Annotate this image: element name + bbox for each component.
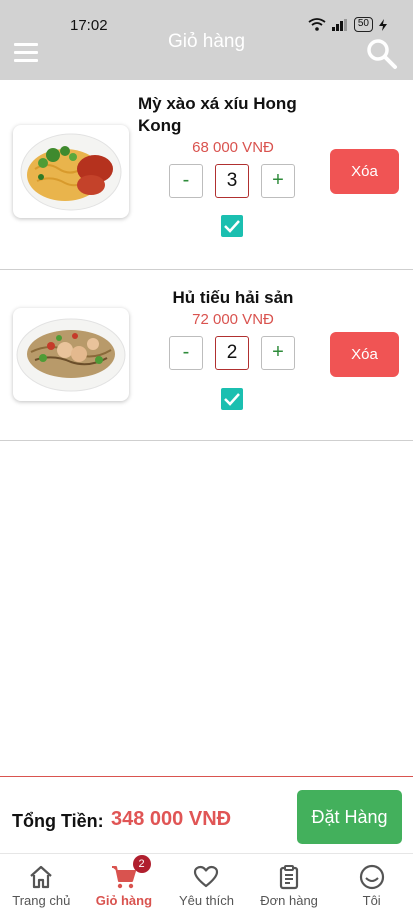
item-name: Hủ tiếu hải sản xyxy=(172,288,294,307)
nav-item-profile[interactable]: Tôi xyxy=(330,854,413,918)
quantity-value[interactable]: 3 xyxy=(215,164,249,198)
heart-icon xyxy=(194,865,219,888)
nav-item-cart[interactable]: 2 Giỏ hàng xyxy=(83,854,166,918)
nav-item-favorites[interactable]: Yêu thích xyxy=(165,854,248,918)
nav-label: Trang chủ xyxy=(12,893,71,908)
total-label: Tổng Tiền: xyxy=(12,811,104,831)
cart-screen: 17:02 50 Giỏ hàng Mỳ xào xá xíu Hong Kon… xyxy=(0,0,413,918)
cart-item: Hủ tiếu hải sản 72 000 VNĐ - 2 + Xóa xyxy=(0,270,413,441)
quantity-value[interactable]: 2 xyxy=(215,336,249,370)
clipboard-icon xyxy=(279,865,299,890)
select-item-checkbox[interactable] xyxy=(221,388,243,410)
nav-label: Tôi xyxy=(362,893,381,908)
checkmark-icon xyxy=(224,393,240,406)
bottom-nav: Trang chủ 2 Giỏ hàng Yêu thích Đơn hàng … xyxy=(0,853,413,918)
cart-item: Mỳ xào xá xíu Hong Kong 68 000 VNĐ - 3 +… xyxy=(0,80,413,270)
search-button[interactable] xyxy=(366,38,398,70)
checkmark-icon xyxy=(224,220,240,233)
total-value: 348 000 VNĐ xyxy=(111,808,232,830)
food-image xyxy=(13,308,129,401)
nav-label: Yêu thích xyxy=(179,893,234,908)
signal-icon xyxy=(331,18,347,31)
page-title: Giỏ hàng xyxy=(167,31,246,52)
app-header: 17:02 50 Giỏ hàng xyxy=(0,0,413,80)
wifi-icon xyxy=(308,18,326,31)
search-icon xyxy=(367,39,397,69)
increase-quantity-button[interactable]: + xyxy=(261,336,295,370)
cart-summary: Tổng Tiền: 348 000 VNĐ Đặt Hàng xyxy=(0,776,413,853)
decrease-quantity-button[interactable]: - xyxy=(169,164,203,198)
delete-item-button[interactable]: Xóa xyxy=(330,332,399,377)
cart-count-badge: 2 xyxy=(132,855,151,873)
select-item-checkbox[interactable] xyxy=(221,215,243,237)
item-price: 72 000 VNĐ xyxy=(192,311,274,328)
profile-icon xyxy=(359,864,384,890)
nav-item-orders[interactable]: Đơn hàng xyxy=(248,854,331,918)
food-image xyxy=(13,125,129,218)
item-name: Mỳ xào xá xíu Hong Kong xyxy=(138,94,297,135)
item-price: 68 000 VNĐ xyxy=(192,139,274,156)
place-order-button[interactable]: Đặt Hàng xyxy=(297,790,402,844)
status-icons: 50 xyxy=(308,17,387,32)
decrease-quantity-button[interactable]: - xyxy=(169,336,203,370)
charging-icon xyxy=(379,18,387,31)
nav-label: Đơn hàng xyxy=(260,893,318,908)
home-icon xyxy=(30,865,53,889)
battery-indicator: 50 xyxy=(353,17,373,32)
delete-item-button[interactable]: Xóa xyxy=(330,149,399,194)
nav-item-home[interactable]: Trang chủ xyxy=(0,854,83,918)
nav-label: Giỏ hàng xyxy=(95,893,153,908)
increase-quantity-button[interactable]: + xyxy=(261,164,295,198)
